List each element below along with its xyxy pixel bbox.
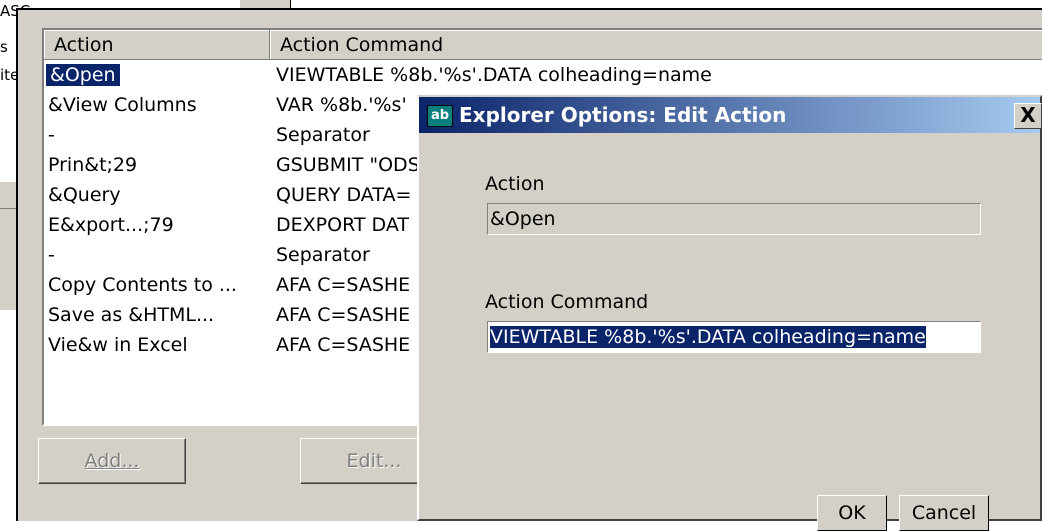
background-panel <box>0 210 16 310</box>
list-item-command: AFA C=SASHE <box>276 304 411 326</box>
list-item-action: &Query <box>48 184 121 206</box>
list-item-command: Separator <box>276 244 370 266</box>
background-toolbar <box>0 182 16 209</box>
edit-action-dialog: ab Explorer Options: Edit Action X Actio… <box>417 95 1042 531</box>
list-item-action: Vie&w in Excel <box>48 334 188 356</box>
list-item-command: VAR %8b.'%s' <box>276 94 407 116</box>
action-command-label: Action Command <box>485 291 649 313</box>
column-header-action-command[interactable]: Action Command <box>270 30 1042 60</box>
ok-button[interactable]: OK <box>817 495 887 531</box>
list-item-command: AFA C=SASHE <box>276 274 411 296</box>
list-item-action: - <box>48 244 55 266</box>
list-header: Action Action Command <box>44 30 1042 60</box>
list-item-action: Copy Contents to ... <box>48 274 237 296</box>
add-button-label: Add... <box>84 450 140 472</box>
list-item-command: Separator <box>276 124 370 146</box>
action-command-field[interactable]: VIEWTABLE %8b.'%s'.DATA colheading=name <box>487 321 981 353</box>
action-field[interactable]: &Open <box>487 203 981 235</box>
title-bar[interactable]: ab Explorer Options: Edit Action X <box>419 97 1042 133</box>
list-item[interactable]: &Open VIEWTABLE %8b.'%s'.DATA colheading=… <box>44 60 1042 90</box>
list-item-command: AFA C=SASHE <box>276 334 411 356</box>
app-icon: ab <box>427 105 453 127</box>
add-button[interactable]: Add... <box>38 438 186 484</box>
list-item-action: &View Columns <box>48 94 197 116</box>
dialog-title: Explorer Options: Edit Action <box>459 103 787 127</box>
list-item-action: Save as &HTML... <box>48 304 215 326</box>
cancel-button[interactable]: Cancel <box>899 495 989 531</box>
column-header-action[interactable]: Action <box>44 30 270 60</box>
list-item-action: E&xport...;79 <box>48 214 174 236</box>
close-button[interactable]: X <box>1014 103 1042 129</box>
list-item-action: Prin&t;29 <box>48 154 138 176</box>
list-item-command: DEXPORT DAT <box>276 214 409 236</box>
edit-button-label: Edit... <box>346 450 402 472</box>
list-item-command: GSUBMIT "ODS <box>276 154 420 176</box>
list-item-command: QUERY DATA= <box>276 184 412 206</box>
list-item-action: &Open <box>46 60 120 90</box>
list-item-command: VIEWTABLE %8b.'%s'.DATA colheading=name <box>276 64 712 86</box>
list-item-action: - <box>48 124 55 146</box>
action-label: Action <box>485 173 545 195</box>
action-command-value: VIEWTABLE %8b.'%s'.DATA colheading=name <box>490 326 926 348</box>
selected-item-highlight: &Open <box>46 64 120 86</box>
background-text: s <box>0 38 8 56</box>
